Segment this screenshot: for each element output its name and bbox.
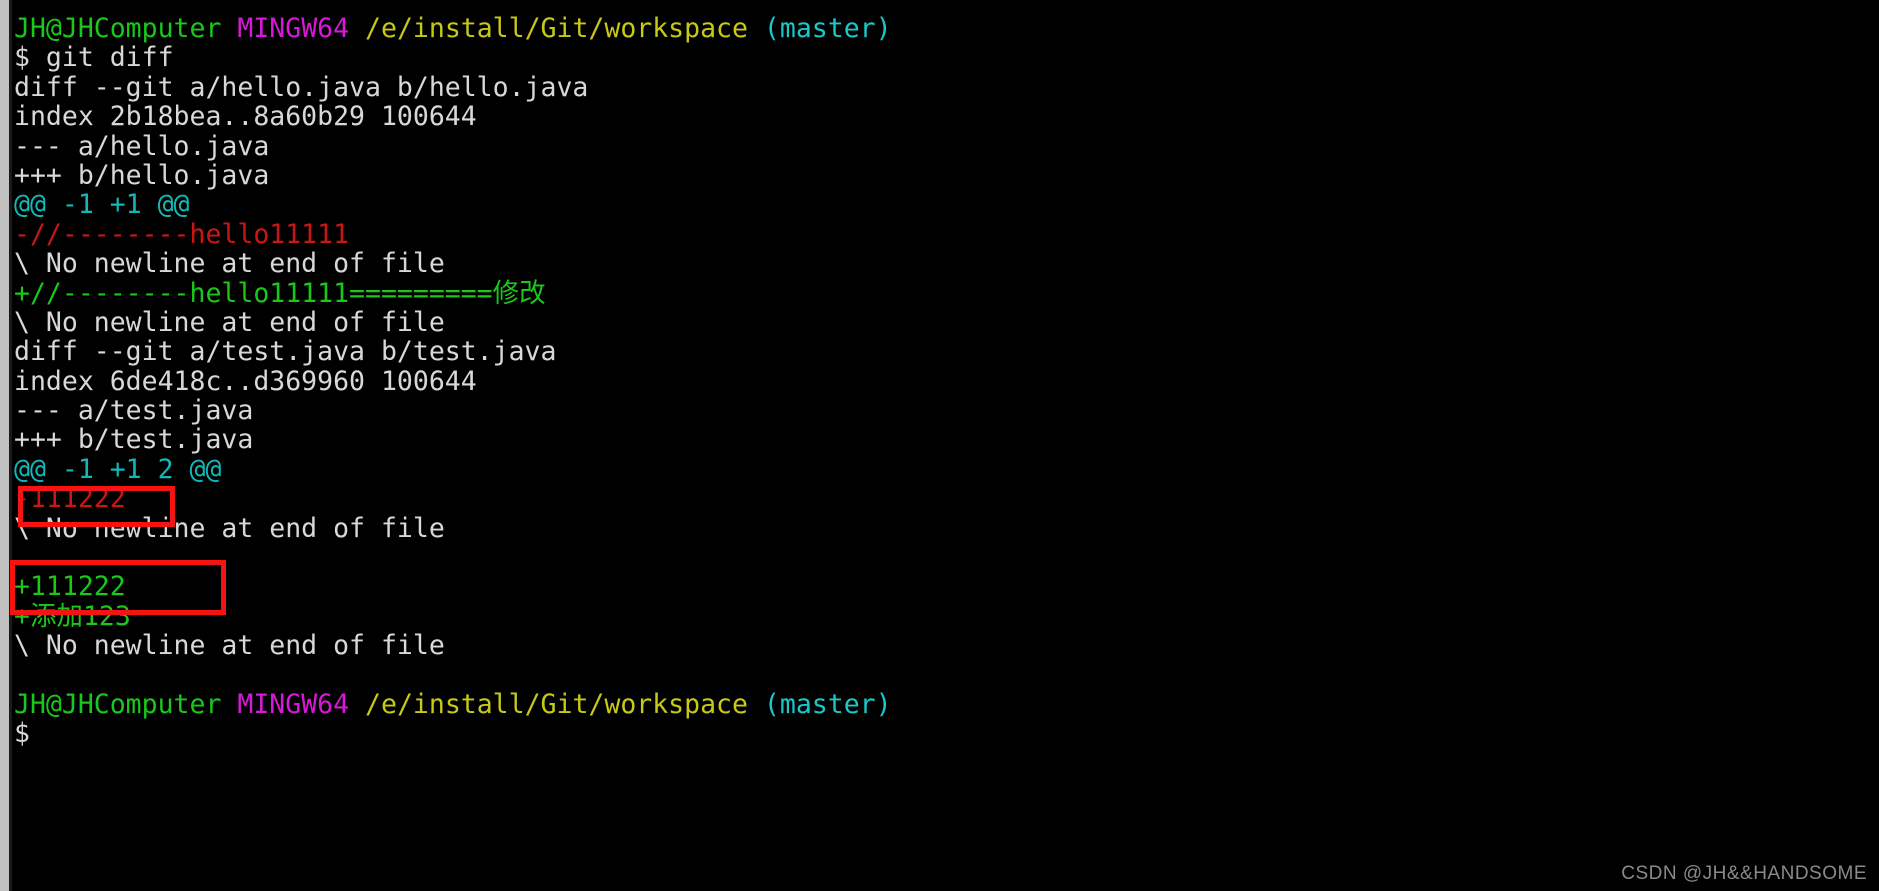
prompt-path-2: /e/install/Git/workspace bbox=[365, 688, 748, 720]
prompt-branch-2: (master) bbox=[763, 688, 892, 720]
prompt-line-1: JH@JHComputer MINGW64 /e/install/Git/wor… bbox=[14, 14, 1879, 43]
prompt-space-5 bbox=[349, 689, 365, 720]
command-line: $ git diff bbox=[14, 42, 174, 74]
hunk-header-test: @@ -1 +1 2 @@ bbox=[14, 453, 222, 485]
diff-header-test: diff --git a/test.java b/test.java bbox=[14, 336, 557, 368]
removed-line-hello: -//--------hello11111 bbox=[14, 218, 350, 250]
old-file-line-test: --- a/test.java bbox=[14, 395, 254, 427]
window-left-border bbox=[0, 0, 9, 891]
removed-line-test: -111222 bbox=[14, 483, 126, 515]
no-newline-notice-2: \ No newline at end of file bbox=[14, 306, 445, 338]
new-file-line-hello: +++ b/hello.java bbox=[14, 159, 270, 191]
csdn-watermark: CSDN @JH&&HANDSOME bbox=[1621, 863, 1867, 884]
index-line-test: index 6de418c..d369960 100644 bbox=[14, 365, 477, 397]
prompt-shell-name-2: MINGW64 bbox=[237, 688, 350, 720]
terminal-window: JH@JHComputer MINGW64 /e/install/Git/wor… bbox=[0, 0, 1879, 891]
no-newline-notice-3: \ No newline at end of file bbox=[14, 512, 445, 544]
prompt-branch: (master) bbox=[763, 13, 892, 44]
index-line-hello: index 2b18bea..8a60b29 100644 bbox=[14, 101, 477, 133]
no-newline-notice-4: \ No newline at end of file bbox=[14, 630, 445, 662]
old-file-line-hello: --- a/hello.java bbox=[14, 130, 270, 162]
added-line-test: +111222 bbox=[14, 571, 126, 603]
hunk-header-hello: @@ -1 +1 @@ bbox=[14, 189, 190, 221]
diff-header-hello: diff --git a/hello.java b/hello.java bbox=[14, 71, 589, 103]
terminal-output-area[interactable]: JH@JHComputer MINGW64 /e/install/Git/wor… bbox=[12, 0, 1879, 891]
added-line-hello: +//--------hello11111=========修改 bbox=[14, 277, 546, 309]
prompt-shell-name: MINGW64 bbox=[237, 13, 350, 44]
prompt-line-2: JH@JHComputer MINGW64 /e/install/Git/wor… bbox=[14, 690, 1879, 719]
no-newline-notice-1: \ No newline at end of file bbox=[14, 248, 445, 280]
cursor-prompt-line[interactable]: $ bbox=[14, 719, 1879, 749]
prompt-space-3 bbox=[748, 13, 764, 44]
prompt-space-2 bbox=[349, 13, 365, 44]
prompt-space-6 bbox=[748, 689, 764, 720]
prompt-space-4 bbox=[221, 689, 237, 720]
prompt-path: /e/install/Git/workspace bbox=[365, 13, 748, 44]
prompt-user-host-2: JH@JHComputer bbox=[14, 688, 222, 720]
added-line-test-cn: +添加123 bbox=[14, 600, 131, 632]
prompt-space-1 bbox=[221, 13, 237, 44]
prompt-user-host: JH@JHComputer bbox=[14, 13, 222, 44]
new-file-line-test: +++ b/test.java bbox=[14, 424, 254, 456]
